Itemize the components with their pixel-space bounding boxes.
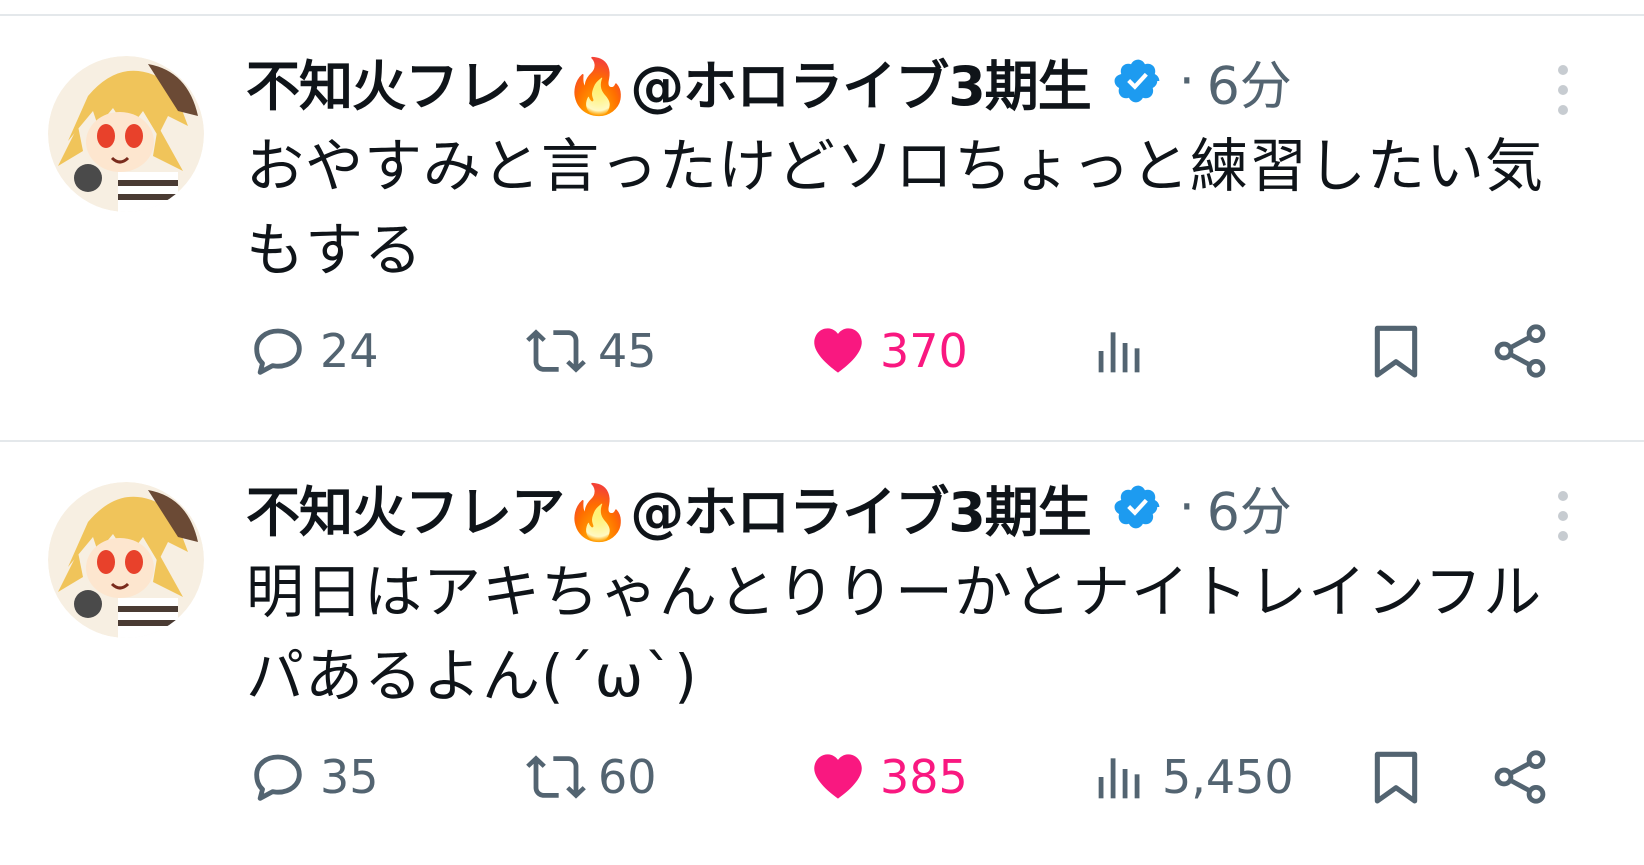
heart-icon — [814, 754, 862, 799]
tweet-header: 不知火フレア🔥@ホロライブ3期生 · 6分 — [246, 44, 1292, 119]
avatar[interactable] — [48, 56, 204, 212]
reply-icon — [254, 328, 302, 375]
reply-icon — [254, 754, 302, 801]
share-icon — [1494, 324, 1546, 378]
verified-badge-icon — [1113, 482, 1163, 532]
like-button[interactable]: 370 — [806, 316, 968, 386]
bookmark-button[interactable] — [1364, 316, 1428, 386]
share-icon — [1494, 750, 1546, 804]
verified-badge-icon — [1113, 56, 1163, 106]
retweet-count: 60 — [598, 750, 657, 804]
retweet-button[interactable]: 45 — [524, 316, 657, 386]
separator-dot: · — [1178, 52, 1195, 110]
display-name[interactable]: 不知火フレア🔥@ホロライブ3期生 — [246, 42, 1092, 121]
reply-button[interactable]: 35 — [246, 742, 379, 812]
tweet-header: 不知火フレア🔥@ホロライブ3期生 · 6分 — [246, 470, 1292, 545]
like-button[interactable]: 385 — [806, 742, 968, 812]
tweet-actions: 35 60 385 5,450 — [246, 742, 1586, 812]
tweet-actions: 24 45 370 — [246, 316, 1586, 386]
display-name[interactable]: 不知火フレア🔥@ホロライブ3期生 — [246, 468, 1092, 547]
retweet-button[interactable]: 60 — [524, 742, 657, 812]
more-vertical-icon[interactable] — [1548, 60, 1578, 120]
tweet-text: 明日はアキちゃんとりりーかとナイトレインフルパあるよん(´ω`) — [246, 558, 1543, 710]
bookmark-button[interactable] — [1364, 742, 1428, 812]
reply-button[interactable]: 24 — [246, 316, 379, 386]
tweet[interactable]: 不知火フレア🔥@ホロライブ3期生 · 6分 明日はアキちゃんとりりーかとナイトレ… — [0, 442, 1644, 848]
timestamp[interactable]: 6分 — [1207, 44, 1292, 119]
heart-icon — [814, 328, 862, 373]
reply-count: 24 — [320, 324, 379, 378]
retweet-icon — [526, 755, 586, 799]
tweet[interactable]: 不知火フレア🔥@ホロライブ3期生 · 6分 おやすみと言ったけどソロちょっと練習… — [0, 16, 1644, 442]
reply-count: 35 — [320, 750, 379, 804]
views-chart-icon — [1098, 758, 1140, 799]
more-vertical-icon[interactable] — [1548, 486, 1578, 546]
views-button[interactable]: 5,450 — [1088, 742, 1294, 812]
separator-dot: · — [1178, 478, 1195, 536]
bookmark-icon — [1374, 751, 1418, 804]
tweet-text: おやすみと言ったけどソロちょっと練習したい気もする — [246, 132, 1545, 284]
like-count: 385 — [880, 750, 968, 804]
share-button[interactable] — [1488, 316, 1552, 386]
share-button[interactable] — [1488, 742, 1552, 812]
view-count: 5,450 — [1162, 750, 1294, 804]
like-count: 370 — [880, 324, 968, 378]
timestamp[interactable]: 6分 — [1207, 470, 1292, 545]
avatar[interactable] — [48, 482, 204, 638]
bookmark-icon — [1374, 325, 1418, 378]
retweet-count: 45 — [598, 324, 657, 378]
retweet-icon — [526, 329, 586, 373]
views-chart-icon — [1098, 332, 1140, 373]
views-button[interactable] — [1088, 316, 1162, 386]
